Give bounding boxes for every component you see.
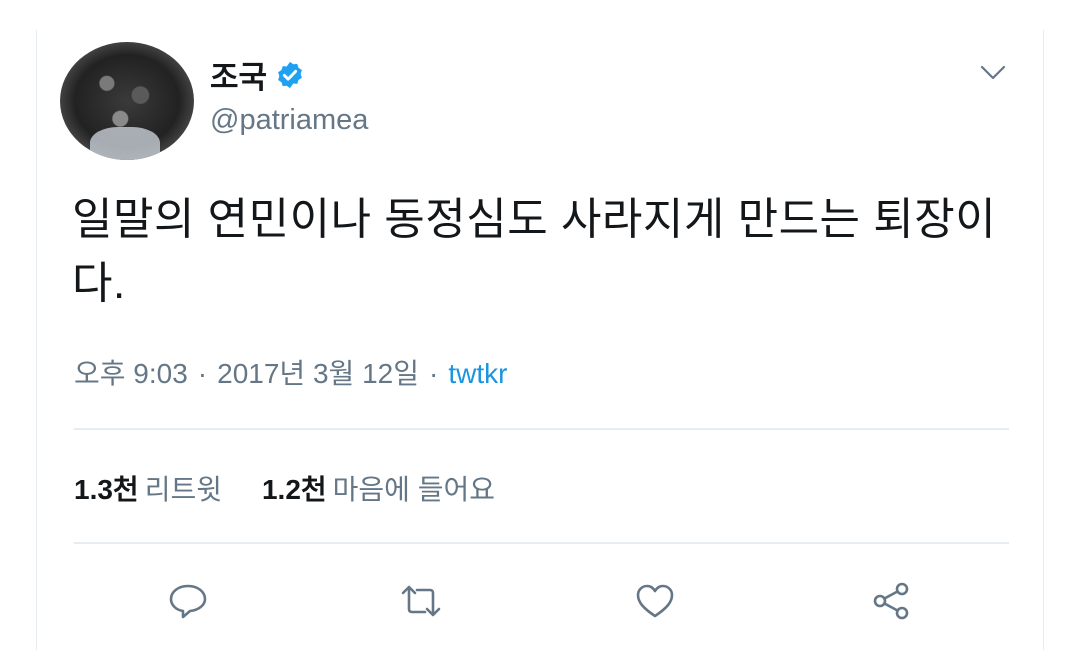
retweet-icon [401, 585, 441, 617]
tweet-time[interactable]: 오후 9:03 [74, 352, 188, 392]
tweet-text: 일말의 연민이나 동정심도 사라지게 만드는 퇴장이다. [72, 195, 997, 308]
retweet-button[interactable] [396, 576, 446, 626]
author-name-row[interactable]: 조국 [210, 52, 305, 97]
share-icon [873, 582, 909, 620]
tweet-meta: 오후 9:03 · 2017년 3월 12일 · twtkr [74, 352, 507, 392]
card-border-right [1043, 30, 1044, 650]
share-button[interactable] [866, 576, 916, 626]
heart-icon [636, 584, 674, 618]
reply-button[interactable] [163, 576, 213, 626]
user-handle[interactable]: @patriamea [210, 104, 368, 137]
like-button[interactable] [630, 576, 680, 626]
display-name[interactable]: 조국 [210, 52, 267, 97]
retweets-label: 리트윗 [144, 474, 222, 505]
meta-separator: · [197, 358, 208, 389]
card-border-left [36, 30, 37, 650]
avatar-collar [90, 127, 160, 160]
avatar[interactable] [60, 42, 194, 160]
reply-icon [169, 584, 207, 619]
divider-top [74, 428, 1009, 430]
divider-bottom [74, 542, 1009, 544]
retweets-stat[interactable]: 1.3천 리트윗 [74, 468, 222, 508]
retweets-count: 1.3천 [74, 474, 139, 505]
likes-stat[interactable]: 1.2천 마음에 들어요 [262, 468, 495, 508]
likes-label: 마음에 들어요 [332, 474, 495, 505]
tweet-stats: 1.3천 리트윗 1.2천 마음에 들어요 [74, 468, 495, 508]
tweet-date[interactable]: 2017년 3월 12일 [217, 352, 419, 392]
verified-badge-icon [275, 60, 305, 90]
likes-count: 1.2천 [261, 474, 327, 505]
tweet-source-link[interactable]: twtkr [448, 358, 507, 390]
tweet-actions [0, 576, 1080, 626]
meta-separator-2: · [428, 358, 439, 389]
chevron-down-icon[interactable] [980, 64, 1006, 82]
